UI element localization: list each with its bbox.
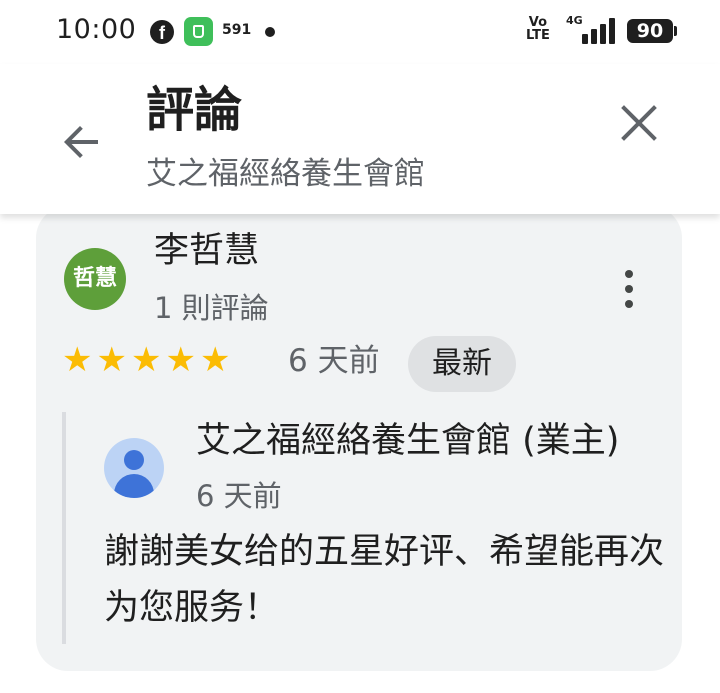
app-header: 評論 艾之福經絡養生會館	[0, 64, 720, 214]
reviewer-avatar[interactable]: 哲慧	[64, 248, 126, 310]
close-icon[interactable]	[616, 100, 662, 146]
star-icon: ★	[165, 340, 196, 380]
arrow-back-icon[interactable]	[58, 118, 106, 166]
star-icon: ★	[199, 340, 231, 380]
star-icon: ★	[96, 340, 127, 380]
owner-reply-time: 6 天前	[196, 479, 282, 513]
clock: 10:00	[56, 14, 137, 45]
owner-reply-text: 謝謝美女给的五星好评、希望能再次为您服务！	[104, 532, 665, 628]
status-bar: 10:00 f 591 Vo LTE 4G 90	[0, 0, 720, 64]
notification-count: 591	[222, 22, 252, 38]
notification-dot-icon	[265, 27, 275, 37]
review-card: 哲慧 李哲慧 1 則評論 ★ ★ ★ ★ ★ 6 天前 最新 艾之福經絡養生會館 (業主…	[36, 206, 682, 671]
reply-divider	[62, 412, 66, 644]
volte-indicator: Vo LTE	[526, 15, 550, 43]
facebook-icon: f	[150, 20, 174, 44]
owner-name: 艾之福經絡養生會館 (業主)	[196, 421, 620, 461]
review-time: 6 天前	[288, 343, 380, 379]
star-icon: ★	[130, 340, 162, 380]
battery-icon: 90	[627, 19, 677, 43]
star-icon: ★	[62, 340, 93, 380]
more-vert-icon[interactable]	[614, 264, 644, 314]
page-title: 評論	[146, 82, 243, 138]
shopping-app-icon	[184, 17, 213, 46]
business-name: 艾之福經絡養生會館	[146, 156, 425, 192]
owner-avatar	[104, 438, 164, 498]
reviewer-name[interactable]: 李哲慧	[154, 228, 259, 274]
reviewer-review-count: 1 則評論	[154, 291, 269, 325]
signal-icon	[582, 18, 616, 44]
newest-badge: 最新	[408, 336, 516, 392]
network-type: 4G	[566, 14, 583, 27]
star-rating: ★ ★ ★ ★ ★	[62, 342, 234, 378]
